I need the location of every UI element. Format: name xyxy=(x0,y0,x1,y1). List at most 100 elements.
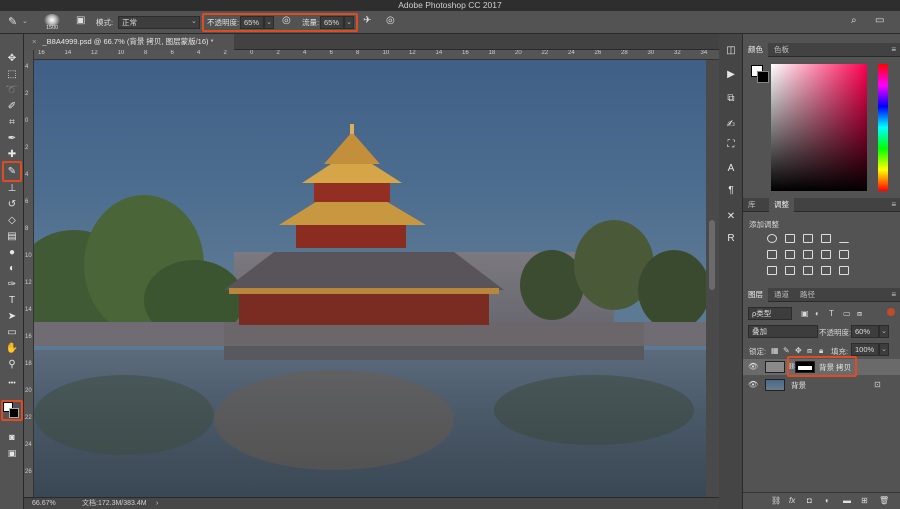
selective-color-icon[interactable] xyxy=(821,266,831,275)
lock-transparent-icon[interactable]: ▦ xyxy=(771,346,779,355)
threshold-icon[interactable] xyxy=(803,266,813,275)
tab-libraries[interactable]: 库 xyxy=(743,198,761,212)
eraser-icon[interactable]: ◇ xyxy=(5,214,19,228)
color-picker-field[interactable] xyxy=(771,64,867,191)
zoom-icon[interactable]: ⚲ xyxy=(5,358,19,372)
workspace-icon[interactable]: ▭ xyxy=(875,15,884,26)
color-balance-icon[interactable] xyxy=(785,250,795,259)
character-panel-icon[interactable]: A xyxy=(724,162,738,176)
healing-icon[interactable]: ✚ xyxy=(5,148,19,162)
status-menu-icon[interactable]: › xyxy=(156,498,158,509)
eyedropper-icon[interactable]: ✒ xyxy=(5,132,19,146)
levels-icon[interactable] xyxy=(785,234,795,243)
photo-filter-icon[interactable] xyxy=(821,250,831,259)
layer-opacity-dropdown-icon[interactable]: ⌄ xyxy=(879,325,889,338)
history-brush-icon[interactable]: ↺ xyxy=(5,198,19,212)
lock-artboard-icon[interactable]: ⧈ xyxy=(807,346,812,356)
filter-adjust-icon[interactable]: ◐ xyxy=(815,309,820,318)
blend-mode-select[interactable]: 叠加 xyxy=(748,325,818,338)
invert-icon[interactable] xyxy=(767,266,777,275)
layer-opacity-input[interactable]: 60% xyxy=(851,325,879,338)
vertical-scrollbar[interactable] xyxy=(706,60,719,497)
filter-toggle-icon[interactable] xyxy=(887,308,895,316)
mode-select[interactable]: 正常 xyxy=(118,16,200,29)
layer-name[interactable]: 背景 xyxy=(791,380,806,391)
layer-filter-select[interactable]: ρ类型 xyxy=(748,307,792,320)
fill-dropdown-icon[interactable]: ⌄ xyxy=(879,343,889,356)
shape-icon[interactable]: ▭ xyxy=(5,326,19,340)
quick-select-icon[interactable]: ✐ xyxy=(5,100,19,114)
filter-shape-icon[interactable]: ▭ xyxy=(843,309,851,318)
type-icon[interactable]: T xyxy=(5,294,19,308)
new-layer-icon[interactable]: ⊞ xyxy=(861,496,868,505)
brush-settings-icon[interactable]: ⧉ xyxy=(724,92,738,106)
scroll-thumb[interactable] xyxy=(709,220,715,290)
layers-panel-menu-icon[interactable]: ≡ xyxy=(891,290,896,299)
paragraph-panel-icon[interactable]: ¶ xyxy=(724,184,738,198)
pressure-size-icon[interactable]: ◎ xyxy=(386,15,395,26)
hue-saturation-icon[interactable] xyxy=(767,250,777,259)
gradient-icon[interactable]: ▤ xyxy=(5,230,19,244)
crop-icon[interactable]: ⌗ xyxy=(5,116,19,130)
brightness-icon[interactable] xyxy=(767,234,777,243)
add-mask-icon[interactable]: ◘ xyxy=(807,496,812,505)
history-panel-icon[interactable]: ◫ xyxy=(724,44,738,58)
clone-source-icon[interactable]: ⛶ xyxy=(724,138,738,152)
actions-panel-icon[interactable]: ▶ xyxy=(724,68,738,82)
hue-slider[interactable] xyxy=(878,64,888,191)
hand-icon[interactable]: ✋ xyxy=(5,342,19,356)
tab-color[interactable]: 颜色 xyxy=(743,43,768,57)
quick-mask-icon[interactable]: ◙ xyxy=(5,430,19,444)
visibility-eye-icon[interactable]: 👁︎ xyxy=(748,362,758,371)
adjust-panel-menu-icon[interactable]: ≡ xyxy=(891,200,896,209)
pen-icon[interactable]: ✑ xyxy=(5,278,19,292)
document-tab[interactable]: × _B8A4999.psd @ 66.7% (背景 拷贝, 图层蒙版/16) … xyxy=(24,34,234,50)
tool-presets-icon[interactable]: ✕ xyxy=(724,210,738,224)
airbrush-icon[interactable]: ✈ xyxy=(363,15,371,26)
new-group-icon[interactable]: ▬ xyxy=(843,496,851,505)
lock-pixels-icon[interactable]: ✎ xyxy=(783,346,790,355)
brush-tool-preset-icon[interactable]: ✎ xyxy=(8,15,17,28)
delete-layer-icon[interactable]: 🗑︎ xyxy=(879,496,889,505)
move-icon[interactable]: ✥ xyxy=(5,52,19,66)
color-panel-menu-icon[interactable]: ≡ xyxy=(891,45,896,54)
tab-adjustments[interactable]: 调整 xyxy=(769,198,794,212)
tab-swatches[interactable]: 色板 xyxy=(769,43,794,57)
channel-mixer-icon[interactable] xyxy=(839,250,849,259)
tab-layers[interactable]: 图层 xyxy=(743,288,768,302)
layer-style-icon[interactable]: fx xyxy=(789,496,795,505)
curves-icon[interactable] xyxy=(803,234,813,243)
path-select-icon[interactable]: ➤ xyxy=(5,310,19,324)
vibrance-icon[interactable] xyxy=(839,234,849,243)
panel-background-swatch[interactable] xyxy=(757,71,769,83)
canvas[interactable] xyxy=(34,60,706,497)
filter-pixel-icon[interactable]: ▣ xyxy=(801,309,809,318)
search-icon[interactable]: ⌕ xyxy=(851,15,857,26)
close-tab-icon[interactable]: × xyxy=(32,37,36,46)
lock-all-icon[interactable]: 🔒︎ xyxy=(819,346,823,356)
fill-input[interactable]: 100% xyxy=(851,343,879,356)
preset-caret-icon[interactable]: ⌄ xyxy=(22,17,28,25)
filter-smart-icon[interactable]: ⧈ xyxy=(857,309,862,319)
glyphs-panel-icon[interactable]: R xyxy=(724,232,738,246)
zoom-level[interactable]: 66.67% xyxy=(32,498,56,509)
exposure-icon[interactable] xyxy=(821,234,831,243)
visibility-eye-icon[interactable]: 👁︎ xyxy=(748,380,758,389)
dodge-icon[interactable]: ◐ xyxy=(5,262,19,276)
brush-panel-icon[interactable]: ▣ xyxy=(76,15,85,26)
filter-type-icon[interactable]: T xyxy=(829,309,834,318)
tab-paths[interactable]: 路径 xyxy=(795,288,820,302)
screen-mode-icon[interactable]: ▣ xyxy=(5,446,19,460)
posterize-icon[interactable] xyxy=(785,266,795,275)
link-layers-icon[interactable]: ⛓ xyxy=(771,496,781,505)
more-tools-icon[interactable]: ••• xyxy=(5,377,19,391)
lock-position-icon[interactable]: ✥ xyxy=(795,346,802,355)
layer-row-background[interactable]: 👁︎ 背景 ⊡ xyxy=(743,377,900,393)
new-adjustment-icon[interactable]: ◐ xyxy=(825,496,830,505)
gradient-map-icon[interactable] xyxy=(839,266,849,275)
marquee-icon[interactable]: ⬚ xyxy=(5,68,19,82)
black-white-icon[interactable] xyxy=(803,250,813,259)
stamp-icon[interactable]: ⊥ xyxy=(5,182,19,196)
tab-channels[interactable]: 通道 xyxy=(769,288,794,302)
lasso-icon[interactable]: ➰ xyxy=(5,84,19,98)
